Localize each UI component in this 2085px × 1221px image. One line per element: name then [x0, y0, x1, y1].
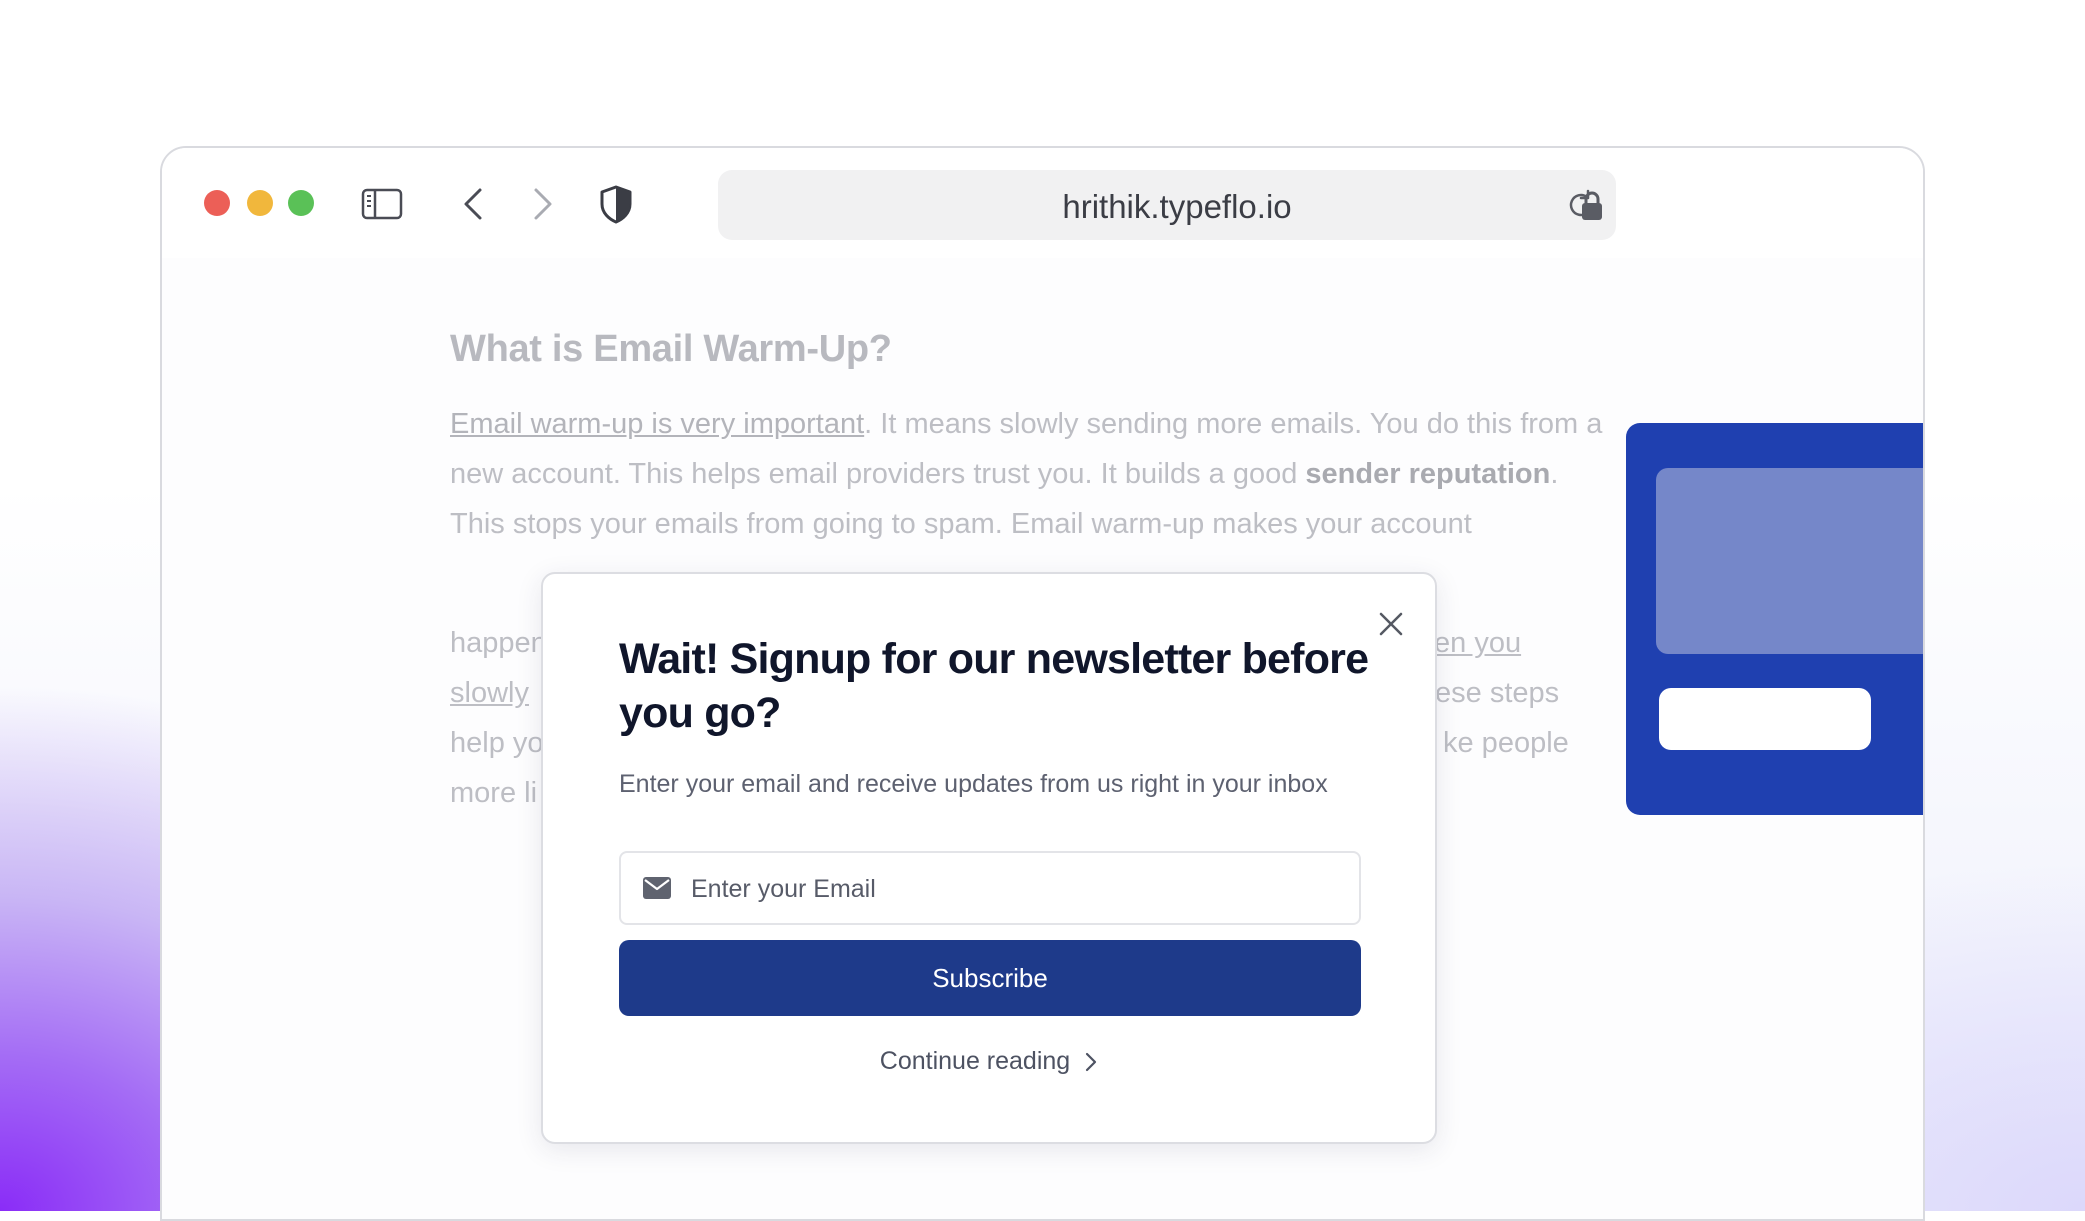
- continue-reading-link[interactable]: Continue reading: [543, 1047, 1435, 1076]
- close-window-button[interactable]: [204, 190, 230, 216]
- article-link[interactable]: Email warm-up is very important: [450, 408, 864, 440]
- email-field[interactable]: [619, 851, 1361, 925]
- newsletter-modal: Wait! Signup for our newsletter before y…: [541, 572, 1437, 1144]
- url-text: hrithik.typeflo.io: [1062, 188, 1292, 225]
- back-icon[interactable]: [454, 182, 498, 226]
- browser-toolbar: hrithik.typeflo.io: [162, 148, 1923, 258]
- subscribe-button[interactable]: Subscribe: [619, 940, 1361, 1016]
- minimize-window-button[interactable]: [247, 190, 273, 216]
- article: What is Email Warm-Up? Email warm-up is …: [450, 328, 1610, 809]
- continue-reading-label: Continue reading: [879, 1047, 1071, 1075]
- maximize-window-button[interactable]: [288, 190, 314, 216]
- reload-icon[interactable]: [1564, 188, 1598, 222]
- mail-icon: [643, 877, 671, 899]
- modal-subtitle: Enter your email and receive updates fro…: [619, 770, 1328, 798]
- article-paragraph: Email warm-up is very important. It mean…: [450, 408, 1603, 540]
- forward-icon[interactable]: [520, 182, 564, 226]
- shield-icon[interactable]: [594, 182, 638, 226]
- chevron-right-icon: [1086, 1053, 1097, 1072]
- address-bar[interactable]: hrithik.typeflo.io: [718, 170, 1616, 240]
- modal-title: Wait! Signup for our newsletter before y…: [619, 635, 1369, 737]
- sidebar-icon[interactable]: [360, 182, 404, 226]
- promo-button[interactable]: [1659, 688, 1871, 750]
- article-heading: What is Email Warm-Up?: [450, 328, 892, 370]
- email-input[interactable]: [689, 853, 1343, 925]
- promo-card: [1626, 423, 1923, 815]
- promo-image-placeholder: [1656, 468, 1923, 654]
- close-icon[interactable]: [1377, 610, 1405, 638]
